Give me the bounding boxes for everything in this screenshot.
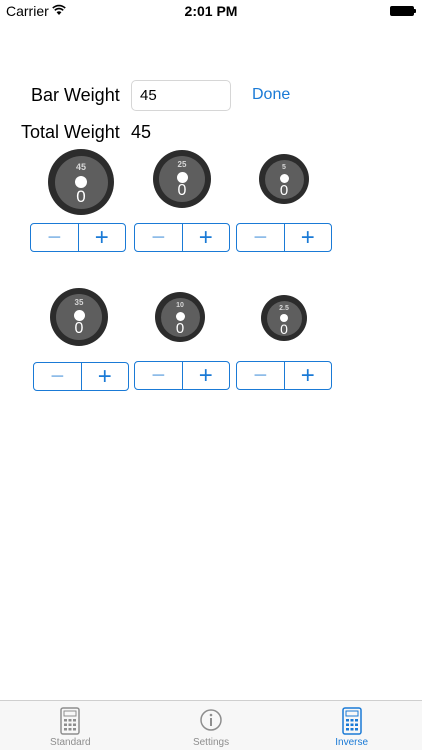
- decrement-button[interactable]: −: [237, 224, 285, 251]
- clock: 2:01 PM: [184, 3, 238, 19]
- increment-button[interactable]: +: [82, 363, 129, 390]
- increment-button[interactable]: +: [79, 224, 126, 251]
- plate-2-5: 2.5 0: [261, 295, 307, 341]
- stepper-2-5: − +: [236, 361, 332, 390]
- plate-count: 0: [280, 320, 288, 337]
- plate-weight-label: 35: [74, 298, 84, 307]
- plate-weight-label: 25: [177, 160, 187, 169]
- plate-count: 0: [177, 182, 187, 199]
- plate-hole: [75, 175, 87, 188]
- plate-45: 45 0: [48, 149, 114, 215]
- decrement-button[interactable]: −: [237, 362, 285, 389]
- tab-inverse[interactable]: Inverse: [281, 701, 422, 750]
- tab-bar: Standard Settings Inverse: [0, 700, 422, 750]
- stepper-5: − +: [236, 223, 332, 252]
- plate-weight-label: 45: [75, 161, 86, 172]
- calculator-icon: [341, 707, 362, 735]
- tab-label: Settings: [192, 737, 230, 748]
- plate-weight-label: 2.5: [279, 304, 289, 312]
- plate-25: 25 0: [153, 150, 211, 208]
- tab-standard[interactable]: Standard: [0, 701, 141, 750]
- decrement-button[interactable]: −: [34, 363, 82, 390]
- increment-button[interactable]: +: [183, 224, 230, 251]
- plate-count: 0: [279, 181, 289, 199]
- increment-button[interactable]: +: [285, 362, 332, 389]
- decrement-button[interactable]: −: [135, 224, 183, 251]
- plate-count: 0: [175, 319, 185, 337]
- plate-count: 0: [76, 186, 86, 206]
- plate-weight-label: 10: [176, 301, 184, 309]
- total-weight-value: 45: [131, 122, 152, 142]
- done-button[interactable]: Done: [252, 86, 290, 104]
- stepper-25: − +: [134, 223, 230, 252]
- stepper-35: − +: [33, 362, 129, 391]
- stepper-45: − +: [30, 223, 126, 252]
- total-weight-label: Total Weight: [21, 122, 120, 142]
- stepper-10: − +: [134, 361, 230, 390]
- info-icon: [200, 709, 222, 731]
- tab-settings[interactable]: Settings: [141, 701, 282, 750]
- tab-label: Inverse: [335, 737, 369, 748]
- plate-35: 35 0: [50, 288, 108, 346]
- decrement-button[interactable]: −: [31, 224, 79, 251]
- bar-weight-input[interactable]: [131, 80, 231, 111]
- increment-button[interactable]: +: [183, 362, 230, 389]
- plate-weight-label: 5: [282, 163, 286, 171]
- battery-icon: [390, 6, 416, 16]
- plate-10: 10 0: [155, 292, 205, 342]
- status-bar: Carrier 2:01 PM: [0, 0, 422, 22]
- plate-count: 0: [74, 320, 84, 337]
- calculator-icon: [60, 707, 81, 735]
- plate-5: 5 0: [259, 154, 309, 204]
- tab-label: Standard: [50, 737, 91, 748]
- decrement-button[interactable]: −: [135, 362, 183, 389]
- bar-weight-label: Bar Weight: [31, 85, 120, 105]
- increment-button[interactable]: +: [285, 224, 332, 251]
